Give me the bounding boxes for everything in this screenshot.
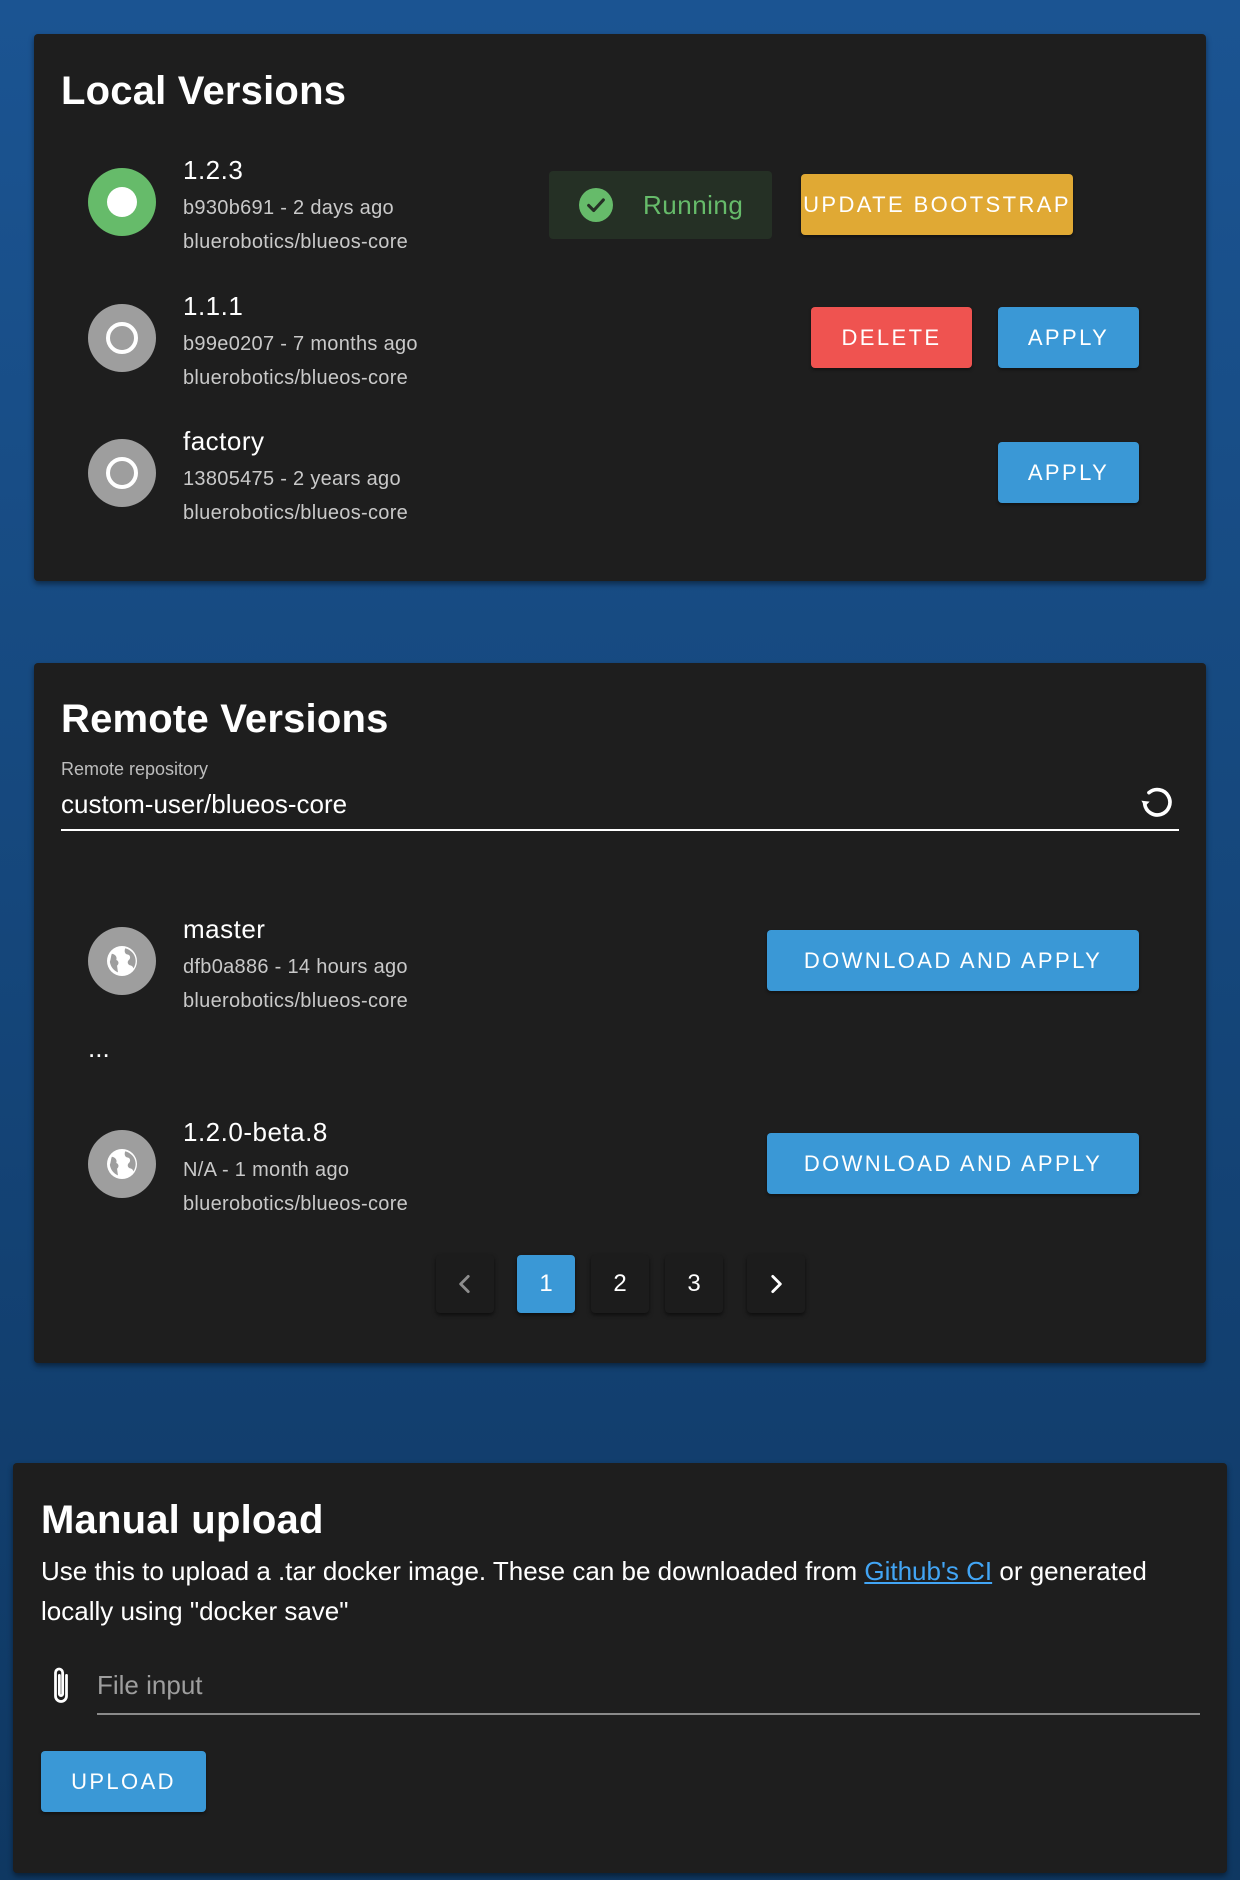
check-circle-icon [579, 188, 613, 222]
apply-button[interactable]: APPLY [998, 442, 1139, 503]
radio-checked-icon [88, 168, 156, 236]
version-name: factory [183, 426, 265, 456]
version-repository: bluerobotics/blueos-core [183, 367, 409, 389]
file-input[interactable] [97, 1663, 1197, 1707]
chevron-left-icon [459, 1275, 470, 1293]
pagination-prev-button[interactable] [436, 1255, 494, 1313]
manual-upload-title: Manual upload [41, 1498, 324, 1542]
version-name: 1.1.1 [183, 291, 244, 321]
version-repository: bluerobotics/blueos-core [183, 502, 409, 524]
version-repository: bluerobotics/blueos-core [183, 1193, 409, 1215]
remote-version-row: 1.2.0-beta.8 N/A - 1 month ago bluerobot… [34, 1099, 1206, 1229]
manual-upload-card: Manual upload Use this to upload a .tar … [13, 1463, 1227, 1873]
apply-button[interactable]: APPLY [998, 307, 1139, 368]
paperclip-icon[interactable] [44, 1663, 78, 1707]
local-versions-title: Local Versions [61, 69, 347, 113]
more-versions-ellipsis: ... [88, 1033, 110, 1063]
pagination-page-2[interactable]: 2 [591, 1255, 649, 1313]
globe-icon [88, 1130, 156, 1198]
input-underline [97, 1713, 1200, 1715]
upload-button[interactable]: UPLOAD [41, 1751, 206, 1812]
remote-version-row: master dfb0a886 - 14 hours ago bluerobot… [34, 896, 1206, 1026]
pagination-page-1[interactable]: 1 [517, 1255, 575, 1313]
download-and-apply-button[interactable]: DOWNLOAD AND APPLY [767, 930, 1139, 991]
github-ci-link[interactable]: Github's CI [864, 1556, 992, 1586]
description-text: Use this to upload a .tar docker image. … [41, 1556, 865, 1586]
local-version-row: 1.1.1 b99e0207 - 7 months ago blueroboti… [34, 273, 1206, 403]
running-label: Running [643, 189, 744, 220]
version-name: 1.2.0-beta.8 [183, 1117, 328, 1147]
version-repository: bluerobotics/blueos-core [183, 231, 409, 253]
input-underline [61, 829, 1179, 831]
update-bootstrap-button[interactable]: UPDATE BOOTSTRAP [801, 174, 1073, 235]
version-commit-date: b99e0207 - 7 months ago [183, 333, 418, 355]
version-name: master [183, 914, 266, 944]
download-and-apply-button[interactable]: DOWNLOAD AND APPLY [767, 1133, 1139, 1194]
manual-upload-description: Use this to upload a .tar docker image. … [41, 1551, 1211, 1631]
refresh-icon[interactable] [1137, 782, 1177, 822]
version-commit-date: N/A - 1 month ago [183, 1159, 350, 1181]
local-version-row: 1.2.3 b930b691 - 2 days ago bluerobotics… [34, 137, 1206, 267]
version-repository: bluerobotics/blueos-core [183, 990, 409, 1012]
remote-repository-input[interactable] [61, 784, 1111, 824]
chevron-right-icon [771, 1275, 782, 1293]
globe-icon [88, 927, 156, 995]
pagination-next-button[interactable] [747, 1255, 805, 1313]
radio-unchecked-icon [88, 439, 156, 507]
version-commit-date: 13805475 - 2 years ago [183, 468, 401, 490]
version-commit-date: dfb0a886 - 14 hours ago [183, 956, 408, 978]
remote-versions-card: Remote Versions Remote repository master… [34, 663, 1206, 1363]
remote-repository-label: Remote repository [61, 759, 209, 779]
local-versions-card: Local Versions 1.2.3 b930b691 - 2 days a… [34, 34, 1206, 581]
remote-versions-title: Remote Versions [61, 697, 389, 741]
running-status-badge: Running [549, 171, 772, 239]
delete-button[interactable]: DELETE [811, 307, 972, 368]
radio-unchecked-icon [88, 304, 156, 372]
local-version-row: factory 13805475 - 2 years ago bluerobot… [34, 408, 1206, 538]
version-name: 1.2.3 [183, 155, 244, 185]
pagination-page-3[interactable]: 3 [665, 1255, 723, 1313]
version-commit-date: b930b691 - 2 days ago [183, 197, 394, 219]
